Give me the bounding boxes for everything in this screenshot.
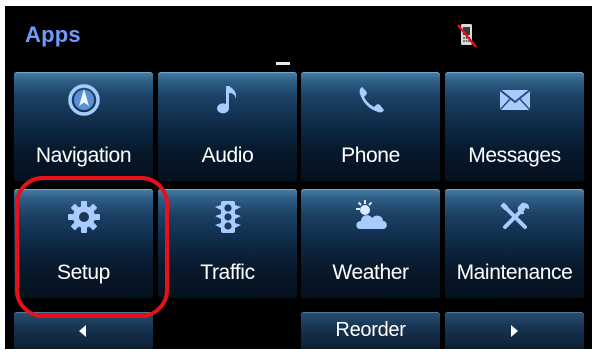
weather-cloud-sun-icon [351,197,391,237]
app-tile-phone[interactable]: Phone [301,72,440,182]
app-tile-navigation[interactable]: Navigation [14,72,153,182]
app-tile-traffic[interactable]: Traffic [158,189,297,299]
envelope-icon [495,80,535,120]
app-label: Setup [57,261,110,284]
page-indicator [276,62,290,65]
header-bar: Apps [5,6,592,64]
prev-page-button[interactable] [14,312,153,349]
arrow-left-icon [78,324,89,337]
app-tile-audio[interactable]: Audio [158,72,297,182]
phone-disconnected-icon [457,21,477,49]
app-tile-weather[interactable]: Weather [301,189,440,299]
apps-screen: Apps Navigation Audio Phone Messages Set… [5,6,592,349]
reorder-button[interactable]: Reorder [301,312,440,349]
navigation-compass-icon [64,80,104,120]
app-label: Navigation [35,144,132,167]
footer-bar: Reorder [14,312,584,349]
arrow-right-icon [510,324,520,337]
app-label: Messages [468,144,561,167]
page-title: Apps [25,22,81,47]
app-tile-messages[interactable]: Messages [445,72,584,182]
app-tile-maintenance[interactable]: Maintenance [445,189,584,299]
app-label: Maintenance [456,261,573,284]
app-tile-setup[interactable]: Setup [14,189,153,299]
next-page-button[interactable] [445,312,584,349]
app-label: Audio [201,144,254,167]
reorder-label: Reorder [335,319,406,341]
app-label: Weather [332,261,409,284]
gear-icon [64,197,104,237]
apps-grid: Navigation Audio Phone Messages Setup Tr… [14,72,584,302]
phone-handset-icon [351,80,391,120]
wrench-screwdriver-icon [495,197,535,237]
traffic-light-icon [208,197,248,237]
app-label: Traffic [200,261,255,284]
app-label: Phone [341,144,400,167]
music-note-icon [208,80,248,120]
